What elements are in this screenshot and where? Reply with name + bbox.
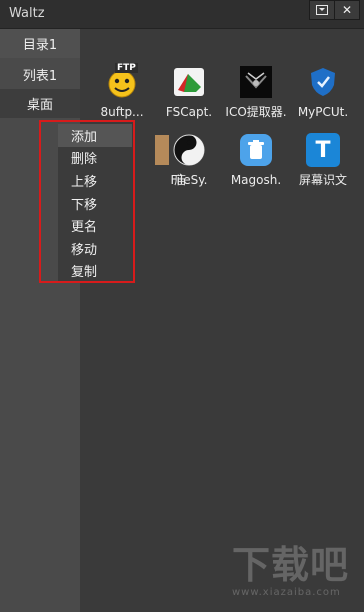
dropdown-button[interactable] [309, 0, 335, 20]
app-label: FileSy. [170, 173, 208, 187]
app-label: ICO提取器. [225, 105, 287, 119]
app-tile-filesy[interactable]: FileSy. [153, 133, 225, 188]
app-tile-ico-extractor[interactable]: ICO提取器. [220, 65, 292, 120]
app-label: 8uftp... [100, 105, 144, 119]
window-buttons: ✕ [309, 0, 360, 20]
app-label: FSCapt. [165, 105, 213, 119]
watermark-brand: 下载吧 [232, 543, 350, 587]
app-tile-mypcut[interactable]: MyPCUt. [287, 65, 359, 120]
watermark-domain: www.xiazaiba.com [232, 587, 341, 598]
sidebar-item-directory[interactable]: 目录1 [0, 29, 80, 58]
app-label: MyPCUt. [297, 105, 349, 119]
yin-yang-icon [172, 133, 206, 167]
app-label: Magosh. [230, 173, 282, 187]
watermark: 下载吧 www.xiazaiba.com [232, 545, 360, 607]
sidebar-item-desktop[interactable]: 桌面 [0, 89, 80, 118]
ftp-smiley-icon: FTP [105, 63, 139, 99]
highlight-box [39, 120, 135, 283]
text-t-icon: T [306, 133, 340, 167]
sidebar-item-list[interactable]: 列表1 [0, 60, 80, 89]
title-bar: Waltz ✕ [0, 0, 364, 29]
app-tile-magosh[interactable]: Magosh. [220, 133, 292, 188]
ico-extractor-icon [239, 65, 273, 99]
t-glyph: T [315, 137, 331, 163]
app-label: 屏幕识文 [298, 173, 347, 187]
app-tile-8uftp[interactable]: FTP 8uftp... [86, 63, 158, 120]
fscapture-icon [172, 65, 206, 99]
window-title: Waltz [9, 6, 45, 21]
app-tile-fscapture[interactable]: FSCapt. [153, 65, 225, 120]
shield-icon [306, 65, 340, 99]
close-button[interactable]: ✕ [334, 0, 360, 20]
ftp-badge: FTP [115, 63, 138, 73]
app-grid: FTP 8uftp... FSCapt. ICO提取器. MyPCUt. 庙 F… [80, 29, 364, 612]
app-tile-screen-ocr[interactable]: T 屏幕识文 [287, 133, 359, 188]
close-icon: ✕ [341, 3, 353, 17]
dropdown-icon [316, 5, 328, 15]
trash-can-icon [239, 133, 273, 167]
sidebar: 目录1 列表1 桌面 [0, 29, 80, 612]
